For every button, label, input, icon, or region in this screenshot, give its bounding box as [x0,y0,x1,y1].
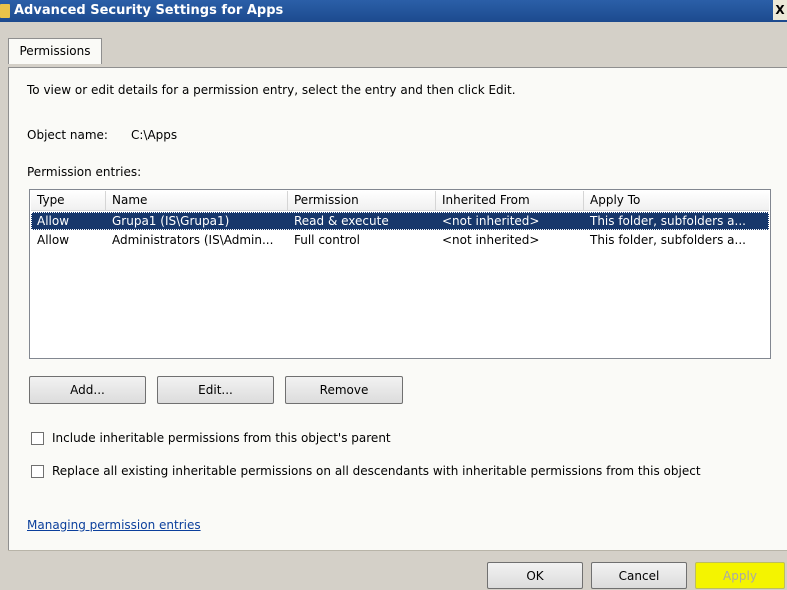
cancel-button[interactable]: Cancel [591,562,687,589]
column-header-apply-to[interactable]: Apply To [584,191,769,210]
cell-apply-to: This folder, subfolders a... [590,233,746,247]
replace-all-checkbox[interactable] [31,465,44,478]
divider [8,550,787,551]
object-name-label: Object name: [27,128,108,142]
folder-icon [0,4,10,18]
cell-inherited-from: <not inherited> [442,233,540,247]
managing-permissions-link[interactable]: Managing permission entries [27,518,201,532]
cell-inherited-from: <not inherited> [442,214,540,228]
column-header-inherited-from[interactable]: Inherited From [436,191,584,210]
add-button[interactable]: Add... [29,376,146,404]
table-row[interactable]: Allow Grupa1 (IS\Grupa1) Read & execute … [31,212,769,230]
list-header: Type Name Permission Inherited From Appl… [31,191,769,211]
cell-permission: Read & execute [294,214,389,228]
include-inheritable-label: Include inheritable permissions from thi… [52,431,391,445]
window-title: Advanced Security Settings for Apps [14,3,284,18]
remove-button[interactable]: Remove [285,376,403,404]
title-bar: Advanced Security Settings for Apps X [0,0,787,22]
cell-type: Allow [37,214,70,228]
cell-type: Allow [37,233,70,247]
replace-all-label: Replace all existing inheritable permiss… [52,464,701,478]
include-inheritable-checkbox[interactable] [31,432,44,445]
cell-name: Grupa1 (IS\Grupa1) [112,214,230,228]
permission-entries-label: Permission entries: [27,165,142,179]
cell-name: Administrators (IS\Admin... [112,233,274,247]
edit-button[interactable]: Edit... [157,376,274,404]
column-header-name[interactable]: Name [106,191,288,210]
close-button[interactable]: X [773,0,787,20]
column-header-permission[interactable]: Permission [288,191,436,210]
instruction-text: To view or edit details for a permission… [27,83,516,97]
tab-permissions[interactable]: Permissions [8,38,102,64]
column-header-type[interactable]: Type [31,191,106,210]
apply-button[interactable]: Apply [695,562,785,589]
ok-button[interactable]: OK [487,562,583,589]
object-name-value: C:\Apps [131,128,178,142]
permission-entries-list[interactable]: Type Name Permission Inherited From Appl… [29,189,771,359]
cell-permission: Full control [294,233,360,247]
cell-apply-to: This folder, subfolders a... [590,214,746,228]
tab-strip: Permissions [0,22,787,68]
table-row[interactable]: Allow Administrators (IS\Admin... Full c… [31,231,769,249]
